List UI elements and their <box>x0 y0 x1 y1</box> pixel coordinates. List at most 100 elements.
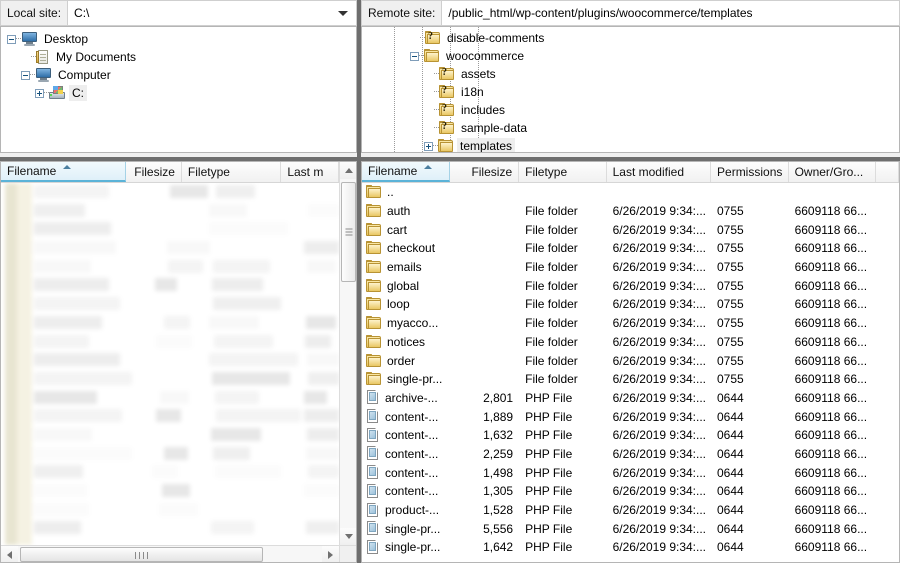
expand-icon[interactable] <box>35 89 44 98</box>
redacted-row[interactable] <box>1 519 339 538</box>
redacted-row[interactable] <box>1 370 339 389</box>
table-row[interactable]: noticesFile folder6/26/2019 9:34:...0755… <box>362 333 899 352</box>
local-horizontal-scroll-thumb[interactable] <box>20 547 263 562</box>
column-header-filename[interactable]: Filename <box>1 162 126 182</box>
cell-blank <box>876 239 899 258</box>
table-row[interactable]: cartFile folder6/26/2019 9:34:...0755660… <box>362 220 899 239</box>
collapse-icon[interactable] <box>7 35 16 44</box>
table-row[interactable]: product-...1,528PHP File6/26/2019 9:34:.… <box>362 501 899 520</box>
redacted-row[interactable] <box>1 239 339 258</box>
remote-file-rows[interactable]: ..authFile folder6/26/2019 9:34:...07556… <box>362 183 899 562</box>
scroll-grip-icon <box>345 227 352 238</box>
tree-item-desktop[interactable]: Desktop <box>1 30 356 48</box>
table-row[interactable]: checkoutFile folder6/26/2019 9:34:...075… <box>362 239 899 258</box>
tree-item-sample-data[interactable]: ?sample-data <box>362 119 899 137</box>
redacted-row[interactable] <box>1 314 339 333</box>
tree-item-my-documents[interactable]: My Documents <box>1 48 356 66</box>
column-header-filesize[interactable]: Filesize <box>126 162 182 182</box>
table-row[interactable]: content-...1,632PHP File6/26/2019 9:34:.… <box>362 426 899 445</box>
table-row[interactable]: single-pr...File folder6/26/2019 9:34:..… <box>362 370 899 389</box>
redacted-row[interactable] <box>1 276 339 295</box>
table-row[interactable]: globalFile folder6/26/2019 9:34:...07556… <box>362 276 899 295</box>
cell-permissions: 0755 <box>711 239 789 258</box>
table-row[interactable]: .. <box>362 183 899 202</box>
column-header-last-modified[interactable]: Last modified <box>607 162 711 182</box>
table-row[interactable]: authFile folder6/26/2019 9:34:...0755660… <box>362 202 899 221</box>
redacted-row[interactable] <box>1 202 339 221</box>
redacted-row[interactable] <box>1 389 339 408</box>
table-row[interactable]: orderFile folder6/26/2019 9:34:...075566… <box>362 351 899 370</box>
table-row[interactable]: single-pr...5,556PHP File6/26/2019 9:34:… <box>362 519 899 538</box>
tree-item-templates[interactable]: templates <box>362 137 899 153</box>
tree-item-assets[interactable]: ?assets <box>362 65 899 83</box>
redacted-row[interactable] <box>1 501 339 520</box>
collapse-icon[interactable] <box>21 71 30 80</box>
remote-directory-tree[interactable]: ?disable-commentswoocommerce?assets?i18n… <box>361 26 900 153</box>
collapse-icon[interactable] <box>410 52 419 61</box>
local-file-rows[interactable] <box>1 183 339 545</box>
column-header-filetype[interactable]: Filetype <box>519 162 607 182</box>
tree-item-disable-comments[interactable]: ?disable-comments <box>362 29 899 47</box>
redacted-row[interactable] <box>1 258 339 277</box>
php-file-icon <box>366 446 380 461</box>
column-header-label: Filesize <box>134 165 175 179</box>
local-scroll-up-button[interactable] <box>340 162 357 179</box>
cell-filename: global <box>362 276 449 295</box>
redacted-row[interactable] <box>1 183 339 202</box>
cell-blank <box>876 407 899 426</box>
redacted-row[interactable] <box>1 407 339 426</box>
local-vertical-scroll-thumb[interactable] <box>341 182 356 282</box>
redacted-block <box>156 335 192 348</box>
remote-site-value: /public_html/wp-content/plugins/woocomme… <box>448 6 752 20</box>
column-header-last-m[interactable]: Last m <box>281 162 339 182</box>
table-row[interactable]: content-...1,498PHP File6/26/2019 9:34:.… <box>362 463 899 482</box>
redacted-row[interactable] <box>1 482 339 501</box>
redacted-row[interactable] <box>1 445 339 464</box>
table-row[interactable]: loopFile folder6/26/2019 9:34:...0755660… <box>362 295 899 314</box>
tree-item-includes[interactable]: ?includes <box>362 101 899 119</box>
local-site-input[interactable]: C:\ <box>67 0 357 26</box>
local-file-list-header[interactable]: Filename Filesize FiletypeLast m <box>1 162 339 183</box>
local-vertical-scrollbar[interactable] <box>339 162 356 545</box>
chevron-down-icon[interactable] <box>338 11 348 16</box>
table-row[interactable]: emailsFile folder6/26/2019 9:34:...07556… <box>362 258 899 277</box>
expand-icon[interactable] <box>424 142 433 151</box>
table-row[interactable]: myacco...File folder6/26/2019 9:34:...07… <box>362 314 899 333</box>
column-header-filename[interactable]: Filename <box>362 162 450 182</box>
column-header-owner-gro[interactable]: Owner/Gro... <box>789 162 877 182</box>
redacted-row[interactable] <box>1 463 339 482</box>
remote-site-input[interactable]: /public_html/wp-content/plugins/woocomme… <box>441 0 900 26</box>
table-row[interactable]: single-pr...1,642PHP File6/26/2019 9:34:… <box>362 538 899 557</box>
redacted-row[interactable] <box>1 220 339 239</box>
tree-item-i18n[interactable]: ?i18n <box>362 83 899 101</box>
column-header-blank[interactable] <box>876 162 899 182</box>
local-directory-tree[interactable]: DesktopMy DocumentsComputerC: <box>0 26 357 153</box>
local-horizontal-scrollbar[interactable] <box>1 545 339 562</box>
local-scroll-down-button[interactable] <box>340 528 357 545</box>
remote-file-list-header[interactable]: FilenameFilesizeFiletypeLast modifiedPer… <box>362 162 899 183</box>
tree-item-computer[interactable]: Computer <box>1 66 356 84</box>
redacted-block <box>305 335 331 348</box>
redacted-block <box>170 185 208 198</box>
column-header-filetype[interactable]: Filetype <box>182 162 281 182</box>
local-scroll-left-button[interactable] <box>1 546 18 563</box>
tree-item-c[interactable]: C: <box>1 84 356 102</box>
table-row[interactable]: content-...1,889PHP File6/26/2019 9:34:.… <box>362 407 899 426</box>
column-header-filesize[interactable]: Filesize <box>450 162 520 182</box>
column-header-permissions[interactable]: Permissions <box>711 162 789 182</box>
redacted-row[interactable] <box>1 333 339 352</box>
redacted-row[interactable] <box>1 295 339 314</box>
local-scroll-right-button[interactable] <box>322 546 339 563</box>
table-row[interactable]: content-...2,259PHP File6/26/2019 9:34:.… <box>362 445 899 464</box>
tree-item-woocommerce[interactable]: woocommerce <box>362 47 899 65</box>
redacted-row[interactable] <box>1 351 339 370</box>
cell-owner-group: 6609118 66... <box>789 351 877 370</box>
cell-owner-group <box>789 183 877 202</box>
table-row[interactable]: content-...1,305PHP File6/26/2019 9:34:.… <box>362 482 899 501</box>
table-row[interactable]: archive-...2,801PHP File6/26/2019 9:34:.… <box>362 389 899 408</box>
cell-filesize: 1,632 <box>449 426 519 445</box>
remote-file-list[interactable]: FilenameFilesizeFiletypeLast modifiedPer… <box>361 161 900 563</box>
redacted-row[interactable] <box>1 426 339 445</box>
local-file-list[interactable]: Filename Filesize FiletypeLast m <box>0 161 357 563</box>
cell-last-modified: 6/26/2019 9:34:... <box>607 482 711 501</box>
